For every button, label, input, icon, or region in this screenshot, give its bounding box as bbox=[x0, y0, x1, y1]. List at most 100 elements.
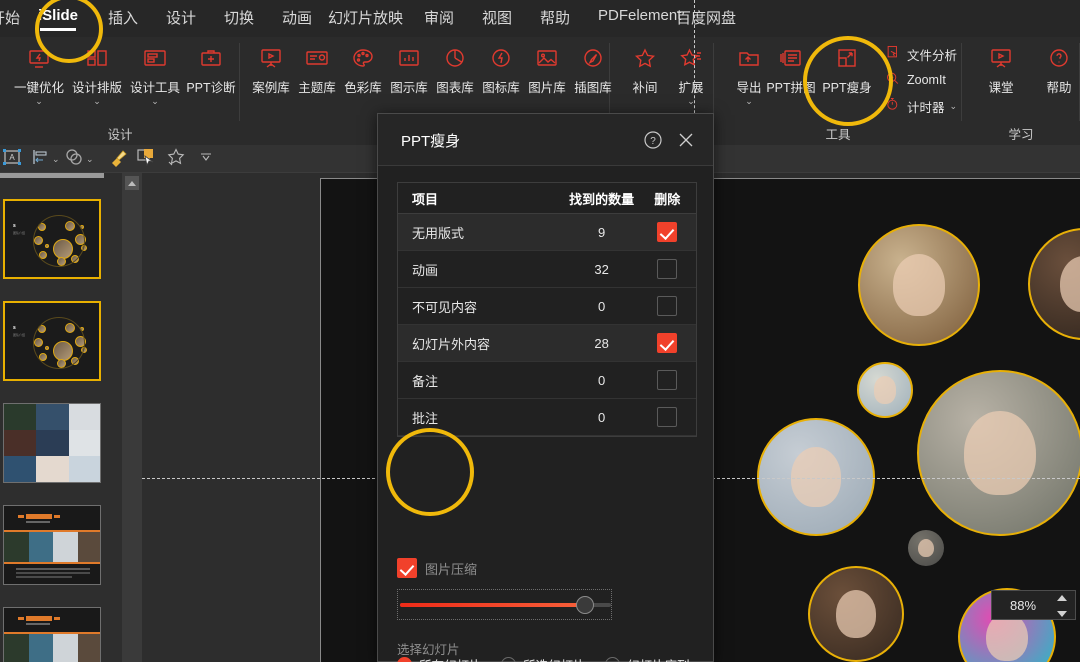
ribbon-tab-9[interactable]: 帮助 bbox=[540, 7, 570, 28]
ribbon-tab-6[interactable]: 幻灯片放映 bbox=[328, 7, 403, 28]
table-row[interactable]: 无用版式 9 bbox=[398, 214, 696, 251]
ribbon-tab-3[interactable]: 设计 bbox=[166, 7, 196, 28]
row-delete-checkbox[interactable] bbox=[657, 370, 678, 390]
slide-thumb-1[interactable]: s 团队介绍 bbox=[3, 199, 101, 279]
ribbon-button-classroom[interactable]: 课堂 bbox=[972, 41, 1030, 96]
ribbon-button-one-click-optimize[interactable]: 一键优化 ⌄ bbox=[10, 41, 68, 106]
selection-pane-tool[interactable] bbox=[136, 148, 156, 169]
radio-label: 所有幻灯片 bbox=[419, 655, 482, 662]
text-box-tool[interactable]: A bbox=[2, 148, 22, 169]
radio-dot[interactable] bbox=[501, 656, 516, 662]
row-delete-checkbox[interactable] bbox=[657, 222, 678, 242]
radio-label: 幻灯片序列 bbox=[627, 655, 690, 662]
slide-thumb-2[interactable]: s 团队介绍 bbox=[3, 301, 101, 381]
table-row[interactable]: 不可见内容 0 bbox=[398, 288, 696, 325]
chevron-down-icon[interactable]: ⌄ bbox=[68, 97, 126, 106]
spinner-up-icon[interactable] bbox=[1057, 595, 1067, 601]
chevron-down-icon[interactable]: ⌄ bbox=[662, 97, 720, 106]
slide-thumb-3[interactable] bbox=[3, 403, 101, 483]
spinner-buttons[interactable] bbox=[1057, 595, 1069, 617]
chevron-down-icon[interactable]: ⌄ bbox=[950, 101, 958, 112]
table-row[interactable]: 批注 0 bbox=[398, 399, 696, 436]
align-tool[interactable] bbox=[30, 149, 50, 169]
avatar-dark-hair-man[interactable] bbox=[757, 418, 875, 536]
favorite-tool[interactable] bbox=[166, 147, 186, 169]
ribbon-button-illustration-library[interactable]: 插图库 bbox=[564, 41, 622, 96]
ribbon-button-label: ZoomIt bbox=[907, 73, 946, 87]
ribbon-tab-label: iSlide bbox=[38, 7, 79, 24]
avatar-tiny-blur[interactable] bbox=[908, 530, 944, 566]
ribbon-tab-2[interactable]: 插入 bbox=[108, 7, 138, 28]
slide-thumb-5[interactable] bbox=[3, 607, 101, 662]
slider-knob[interactable] bbox=[576, 596, 594, 614]
ribbon-tab-5[interactable]: 动画 bbox=[282, 7, 312, 28]
table-row[interactable]: 幻灯片外内容 28 bbox=[398, 325, 696, 362]
ribbon-tab-1[interactable]: iSlide bbox=[38, 7, 79, 31]
row-delete-cell[interactable] bbox=[638, 333, 696, 353]
merge-shapes-tool[interactable] bbox=[64, 148, 84, 169]
radio-dot[interactable] bbox=[397, 656, 412, 662]
table-row[interactable]: 动画 32 bbox=[398, 251, 696, 288]
avatar-formal-man[interactable] bbox=[808, 566, 904, 662]
chevron-down-icon[interactable]: ⌄ bbox=[126, 97, 184, 106]
avatar-small-blur[interactable] bbox=[857, 362, 913, 418]
question-circle-icon[interactable]: ? bbox=[643, 130, 663, 150]
row-delete-checkbox[interactable] bbox=[657, 259, 678, 279]
stack-list-icon bbox=[762, 41, 820, 75]
ribbon-button-ppt-slim[interactable]: PPT瘦身 bbox=[818, 41, 876, 96]
radio-option-2[interactable]: 幻灯片序列 bbox=[605, 655, 690, 662]
more-tools[interactable] bbox=[196, 149, 216, 169]
ribbon-button-design-layout[interactable]: 设计排版 ⌄ bbox=[68, 41, 126, 106]
row-delete-cell[interactable] bbox=[638, 407, 696, 427]
chevron-down-icon[interactable]: ⌄ bbox=[86, 154, 94, 165]
ribbon-button-label: 扩展 bbox=[678, 81, 704, 95]
ribbon-tab-10[interactable]: PDFelement bbox=[598, 7, 681, 24]
ribbon-button-design-tools[interactable]: 设计工具 ⌄ bbox=[126, 41, 184, 106]
image-compress-checkbox[interactable] bbox=[397, 558, 417, 578]
scroll-up-button[interactable] bbox=[125, 176, 139, 190]
ppt-slim-dialog[interactable]: PPT瘦身 ? 项目 找到的数量 删除 无用版式 9 动画 32 不可见内容 0 幻灯片外内容 28… bbox=[377, 113, 1076, 662]
chevron-down-icon[interactable]: ⌄ bbox=[10, 97, 68, 106]
avatar-hooded-woman[interactable] bbox=[858, 224, 980, 346]
ribbon-button-ppt-diagnose[interactable]: PPT诊断 bbox=[182, 41, 240, 96]
row-delete-checkbox[interactable] bbox=[657, 296, 678, 316]
ribbon-tab-8[interactable]: 视图 bbox=[482, 7, 512, 28]
chevron-down-icon[interactable]: ⌄ bbox=[52, 154, 60, 165]
ribbon-button-label: 计时器 bbox=[907, 100, 945, 115]
slide-thumbnail-panel[interactable]: s 团队介绍 s 团队介绍 bbox=[0, 173, 122, 662]
row-delete-cell[interactable] bbox=[638, 259, 696, 279]
spinner-down-icon[interactable] bbox=[1057, 611, 1067, 617]
slide-thumb-4[interactable] bbox=[3, 505, 101, 585]
ribbon-tab-7[interactable]: 审阅 bbox=[424, 7, 454, 28]
format-painter-tool[interactable] bbox=[108, 149, 128, 169]
table-header-cell: 找到的数量 bbox=[569, 191, 635, 207]
compression-value-spinner[interactable]: 88% bbox=[991, 590, 1076, 620]
close-icon[interactable] bbox=[676, 130, 696, 150]
avatar-suit-man-big[interactable] bbox=[917, 370, 1080, 536]
row-delete-cell[interactable] bbox=[638, 296, 696, 316]
ribbon-tab-11[interactable]: 百度网盘 bbox=[676, 7, 736, 28]
ribbon-button-file-analysis[interactable]: 文件分析 bbox=[884, 42, 957, 66]
ribbon-button-extend[interactable]: 扩展 ⌄ bbox=[662, 41, 720, 106]
ribbon-tab-0[interactable]: 开始 bbox=[0, 7, 20, 28]
table-row[interactable]: 备注 0 bbox=[398, 362, 696, 399]
align-left-icon bbox=[31, 148, 49, 171]
ribbon-button-help[interactable]: 帮助 bbox=[1030, 41, 1080, 96]
compression-slider[interactable] bbox=[397, 589, 612, 620]
row-delete-checkbox[interactable] bbox=[657, 333, 678, 353]
ribbon-tab-4[interactable]: 切换 bbox=[224, 7, 254, 28]
ribbon-button-zoomit[interactable]: ZoomIt bbox=[884, 68, 946, 92]
image-compress-row[interactable]: 图片压缩 bbox=[397, 558, 477, 578]
radio-option-1[interactable]: 所选幻灯片 bbox=[501, 655, 586, 662]
ribbon-button-timer[interactable]: 计时器 ⌄ bbox=[884, 94, 957, 118]
chevron-down-icon[interactable]: ⌄ bbox=[720, 97, 778, 106]
row-delete-cell[interactable] bbox=[638, 370, 696, 390]
radio-dot[interactable] bbox=[605, 656, 620, 662]
slide-panel-scrollbar[interactable] bbox=[122, 173, 142, 662]
radio-option-0[interactable]: 所有幻灯片 bbox=[397, 655, 482, 662]
ribbon-button-label: 课堂 bbox=[988, 81, 1014, 95]
ribbon-button-ppt-stitch[interactable]: PPT拼图 bbox=[762, 41, 820, 96]
row-delete-checkbox[interactable] bbox=[657, 407, 678, 427]
ribbon-button-label: 一键优化 bbox=[13, 81, 64, 95]
row-delete-cell[interactable] bbox=[638, 222, 696, 242]
